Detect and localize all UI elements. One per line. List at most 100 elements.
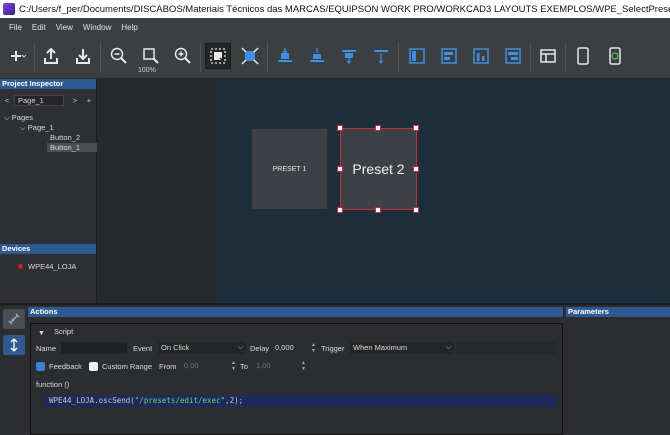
device-preview-button[interactable] [602,43,628,69]
align-middle-icon [310,48,324,62]
resize-handle[interactable] [337,166,343,172]
resize-handle[interactable] [375,125,381,131]
script-code-editor[interactable]: WPE44_LOJA.oscSend("/presets/edit/exec",… [44,395,557,407]
zoom-fit-button[interactable] [138,43,164,69]
custom-range-checkbox[interactable] [89,362,98,371]
align-center-icon [441,48,457,64]
delay-label: Delay [250,344,270,353]
select-frame-icon [210,48,226,64]
device-name: WPE44_LOJA [28,262,77,271]
design-canvas[interactable]: PRESET 1 Preset 2 [97,79,670,303]
page-selector[interactable]: Page_1 [14,94,64,106]
zoom-in-icon [174,47,191,64]
delay-input[interactable]: 0,000 [272,342,308,354]
trigger-value: When Maximum [353,343,408,352]
trigger-label: Trigger [321,344,345,353]
delay-stepper[interactable]: ▲ ▼ [310,342,317,354]
script-label: Script [54,327,74,336]
preset-2-button[interactable]: Preset 2 [340,128,417,210]
align-left-button[interactable] [404,43,430,69]
triangle-down-icon: ▼ [38,330,45,337]
to-input[interactable]: 1,00 [253,360,299,372]
trigger-extra-field[interactable] [456,342,556,354]
chevron-down-icon: ⌵ [4,113,10,122]
distribute-vertical-icon [374,50,388,64]
name-label: Name [36,344,57,353]
title-bar: C:/Users/f_per/Documents/DISCABOS/Materi… [0,0,670,18]
resize-handle[interactable] [337,125,343,131]
window-title: C:/Users/f_per/Documents/DISCABOS/Materi… [19,3,670,15]
menu-view[interactable]: View [51,23,78,32]
actions-tab[interactable] [3,335,25,355]
next-page-button[interactable]: > [68,96,82,105]
align-right-button[interactable] [500,43,526,69]
tree-item-button1[interactable]: Button_1 [47,143,97,152]
align-bottom-icon [342,50,356,64]
menu-window[interactable]: Window [78,23,116,32]
resize-handle[interactable] [413,125,419,131]
align-top-icon [278,48,292,62]
project-inspector-panel: Project Inspector < Page_1 > + ⌵ Pages ⌵… [0,79,97,303]
align-center-button[interactable] [436,43,462,69]
align-bottom-button[interactable] [336,43,362,69]
chevron-down-icon: ⌵ [445,344,451,351]
resize-handle[interactable] [413,207,419,213]
chevron-down-icon: ⌵ [237,344,243,351]
page-navigator: < Page_1 > + [0,93,96,107]
feedback-checkbox[interactable] [36,362,45,371]
resize-handle[interactable] [375,207,381,213]
tree-page-label: Page_1 [27,123,54,132]
parameters-title: Parameters [566,307,670,317]
name-field[interactable] [61,342,127,354]
preset-1-button[interactable]: PRESET 1 [251,128,328,210]
toolbar: 100% [0,37,670,79]
trigger-select[interactable]: When Maximum ⌵ [350,342,454,354]
custom-range-label: Custom Range [102,362,153,371]
resize-handle[interactable] [337,207,343,213]
tree-page-node[interactable]: ⌵ Page_1 [20,123,54,133]
side-tabs [0,305,28,435]
zoom-in-button[interactable] [170,43,196,69]
to-stepper[interactable]: ▲ ▼ [300,360,307,372]
import-button[interactable] [70,43,96,69]
select-mode-button[interactable] [205,43,231,69]
link-icon [8,313,20,325]
resize-handle[interactable] [413,166,419,172]
menu-edit[interactable]: Edit [27,23,51,32]
align-top-button[interactable] [272,43,298,69]
from-input[interactable]: 0,00 [181,360,229,372]
zoom-out-button[interactable] [106,43,132,69]
tree-pages-label: Pages [11,113,34,122]
menu-help[interactable]: Help [116,23,142,32]
bar-align-icon [473,48,489,64]
align-left-icon [409,48,425,64]
add-page-button[interactable]: + [82,96,96,105]
resize-frame-icon [241,47,259,65]
device-item[interactable]: WPE44_LOJA [18,262,76,271]
resize-mode-button[interactable] [237,43,263,69]
menu-file[interactable]: File [4,23,27,32]
link-tab[interactable] [3,309,25,329]
event-select[interactable]: On Click ⌵ [158,342,246,354]
plus-icon [11,51,27,61]
add-element-button[interactable] [4,43,30,69]
menu-bar: File Edit View Window Help [0,18,670,37]
device-status-icon [18,264,23,269]
export-button[interactable] [38,43,64,69]
event-value: On Click [161,343,190,352]
code-string: "/presets/edit/exec" [134,396,226,405]
distribute-vertical-button[interactable] [368,43,394,69]
prev-page-button[interactable]: < [0,96,14,105]
layout-template-button[interactable] [535,43,561,69]
align-middle-button[interactable] [304,43,330,69]
layout-template-icon [540,49,556,63]
from-stepper[interactable]: ▲ ▼ [230,360,237,372]
tree-item-button2[interactable]: Button_2 [50,133,80,142]
phone-preview-icon [609,47,621,65]
device-portrait-button[interactable] [570,43,596,69]
script-toggle[interactable]: ▼ [38,328,45,337]
align-bars-button[interactable] [468,43,494,69]
actions-editor: ▼ Script Name Event On Click ⌵ Delay 0,0… [30,323,563,435]
tree-pages-node[interactable]: ⌵ Pages [4,113,33,123]
code-tail: ,2); [225,396,244,405]
